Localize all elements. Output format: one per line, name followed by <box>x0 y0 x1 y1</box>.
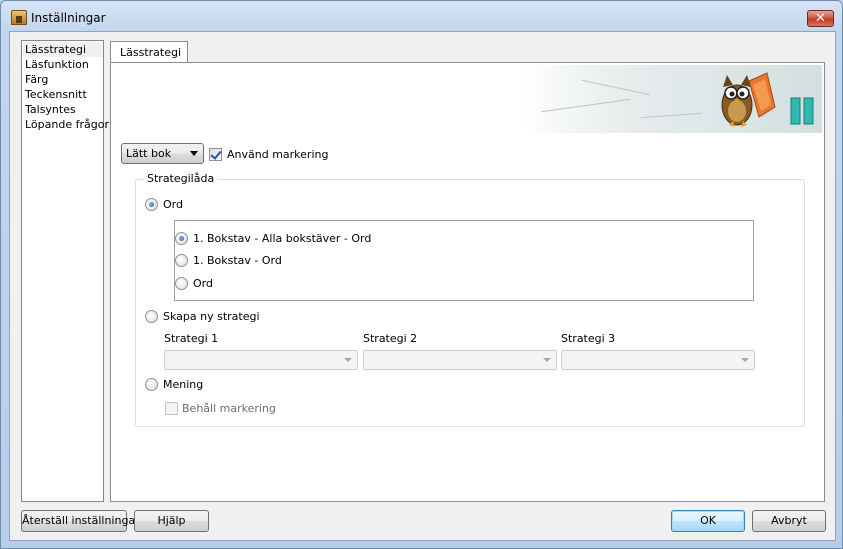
sidebar-item-lasfunktion[interactable]: Läsfunktion <box>23 57 103 72</box>
pause-icon <box>790 97 814 125</box>
sidebar-item-lopande-fragor[interactable]: Löpande frågor <box>23 117 109 132</box>
ord-option-label-3[interactable]: Ord <box>193 277 213 290</box>
app-house-icon <box>11 10 27 25</box>
sidebar-item-lasstrategi[interactable]: Lässtrategi <box>23 42 103 57</box>
ok-button[interactable]: OK <box>671 510 745 532</box>
settings-category-list: Lässtrategi Läsfunktion Färg Teckensnitt… <box>21 40 109 502</box>
strategy-2-label: Strategi 2 <box>363 332 418 345</box>
close-button[interactable]: ✕ <box>807 10 834 27</box>
chevron-down-icon <box>190 151 198 156</box>
reset-settings-button[interactable]: Återställ inställningar <box>21 510 140 532</box>
keep-marking-label: Behåll markering <box>182 402 276 415</box>
strategy-groupbox-title: Strategilåda <box>144 172 218 185</box>
use-marking-label[interactable]: Använd markering <box>227 148 328 161</box>
mening-label[interactable]: Mening <box>163 378 203 391</box>
title-bar[interactable]: Inställningar ✕ <box>1 1 842 31</box>
new-strategy-label[interactable]: Skapa ny strategi <box>163 310 260 323</box>
ord-options-box: 1. Bokstav - Alla bokstäver - Ord 1. Bok… <box>174 220 754 301</box>
tab-lasstrategi[interactable]: Lässtrategi <box>110 41 188 63</box>
strategy-1-label: Strategi 1 <box>164 332 219 345</box>
ord-option-label-2[interactable]: 1. Bokstav - Ord <box>193 254 282 267</box>
level-dropdown[interactable]: Lätt bok <box>121 143 204 164</box>
strategy-3-combo[interactable] <box>561 350 755 370</box>
cancel-button[interactable]: Avbryt <box>752 510 826 532</box>
strategy-2-combo[interactable] <box>363 350 557 370</box>
lasstrategi-panel: Lätt bok Använd markering Strategilåda O… <box>110 62 825 502</box>
ord-option-radio-2[interactable] <box>175 254 188 267</box>
owl-mascot-icon <box>721 72 776 127</box>
strategy-1-combo[interactable] <box>164 350 358 370</box>
sidebar-item-farg[interactable]: Färg <box>23 72 103 87</box>
use-marking-checkbox[interactable] <box>209 148 222 161</box>
keep-marking-checkbox[interactable] <box>165 402 178 415</box>
ord-radio[interactable] <box>145 198 158 211</box>
header-banner <box>521 65 822 133</box>
ord-option-label-1[interactable]: 1. Bokstav - Alla bokstäver - Ord <box>193 232 371 245</box>
ord-option-radio-1[interactable] <box>175 232 188 245</box>
help-button[interactable]: Hjälp <box>134 510 209 532</box>
strategy-3-label: Strategi 3 <box>561 332 616 345</box>
ord-radio-label[interactable]: Ord <box>163 198 183 211</box>
ord-option-radio-3[interactable] <box>175 277 188 290</box>
new-strategy-radio[interactable] <box>145 310 158 323</box>
mening-radio[interactable] <box>145 378 158 391</box>
sidebar-item-teckensnitt[interactable]: Teckensnitt <box>23 87 103 102</box>
window-title: Inställningar <box>31 11 106 25</box>
chevron-down-icon <box>543 358 551 362</box>
chevron-down-icon <box>344 358 352 362</box>
settings-window: Inställningar ✕ Lässtrategi Läsfunktion … <box>0 0 843 549</box>
level-dropdown-value: Lätt bok <box>126 147 172 160</box>
chevron-down-icon <box>741 358 749 362</box>
dialog-body: Lässtrategi Läsfunktion Färg Teckensnitt… <box>9 31 836 541</box>
sidebar-item-talsyntes[interactable]: Talsyntes <box>23 102 103 117</box>
strategy-groupbox: Strategilåda Ord 1. Bokstav - Alla bokst… <box>135 172 805 427</box>
